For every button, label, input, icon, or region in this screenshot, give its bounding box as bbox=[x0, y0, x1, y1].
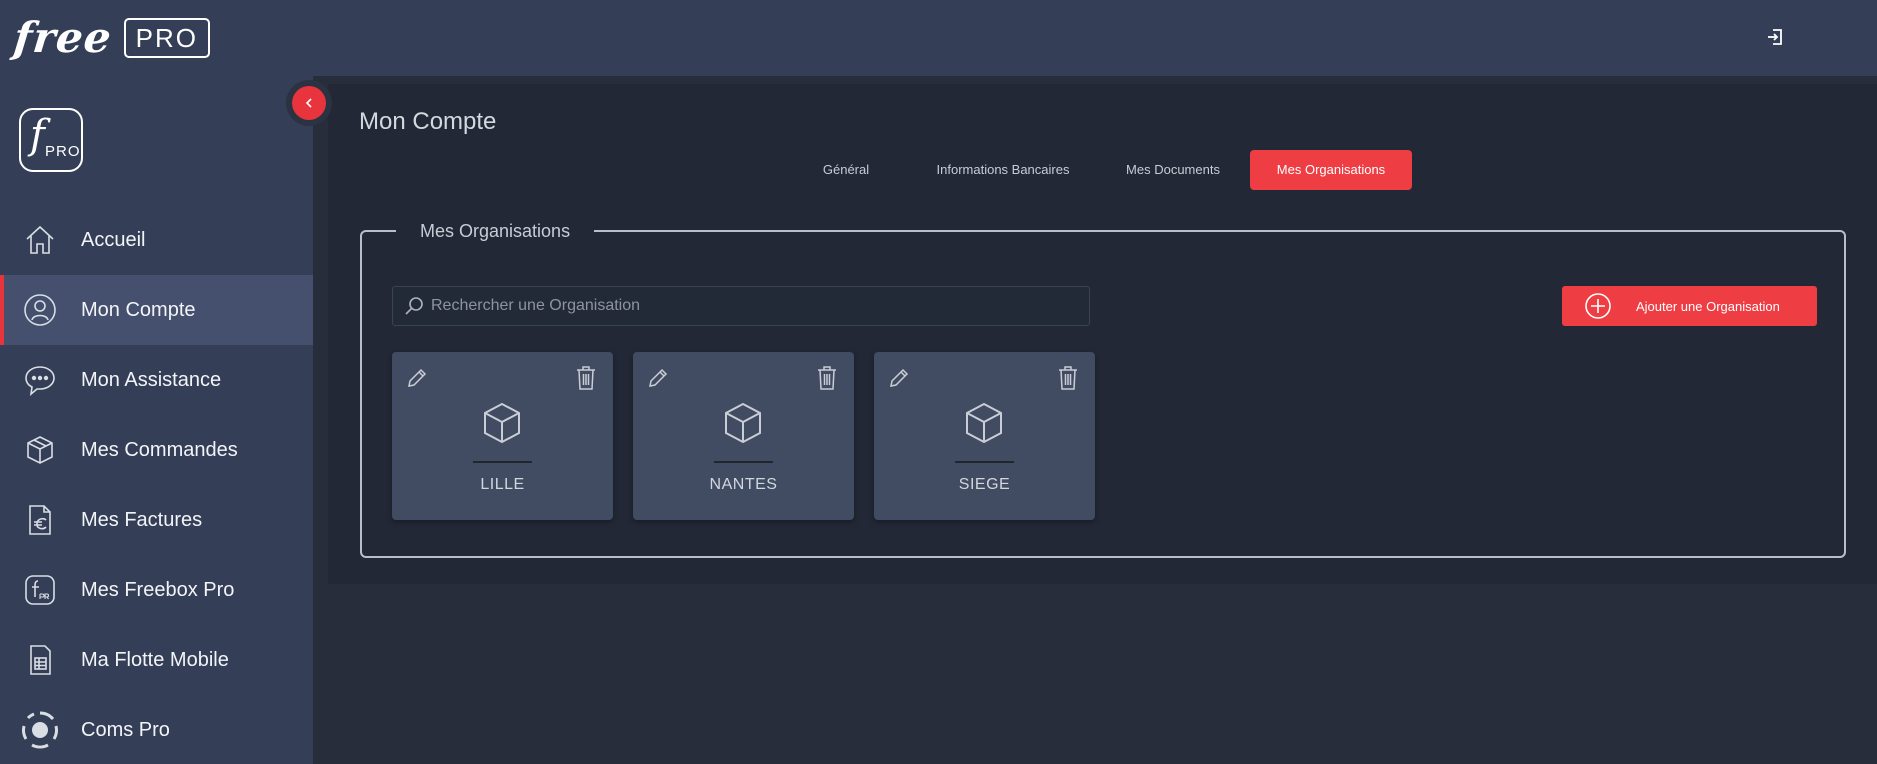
home-icon bbox=[20, 220, 60, 260]
sidebar-item-coms-pro[interactable]: Coms Pro bbox=[0, 695, 313, 764]
logout-icon bbox=[1768, 29, 1782, 45]
organisation-card[interactable]: LILLE bbox=[392, 352, 613, 520]
logo-f: f bbox=[30, 112, 45, 158]
logo-pro: PRO bbox=[45, 143, 81, 160]
sidebar-item-label: Accueil bbox=[81, 228, 146, 251]
sidebar-item-label: Mon Compte bbox=[81, 298, 196, 321]
sidebar-item-mes-factures[interactable]: Mes Factures bbox=[0, 485, 313, 555]
cube-icon bbox=[961, 400, 1007, 446]
package-icon bbox=[20, 430, 60, 470]
sidebar: f PRO Accueil Mon Compte Mon Assistance … bbox=[0, 76, 313, 764]
sidebar-item-ma-flotte-mobile[interactable]: Ma Flotte Mobile bbox=[0, 625, 313, 695]
section-title: Mes Organisations bbox=[396, 219, 595, 243]
page-title: Mon Compte bbox=[359, 108, 497, 135]
tab-mes-organisations[interactable]: Mes Organisations bbox=[1250, 150, 1412, 190]
search-input[interactable] bbox=[427, 287, 1089, 325]
sidebar-item-label: Ma Flotte Mobile bbox=[81, 648, 229, 671]
plus-circle-icon bbox=[1584, 292, 1612, 320]
tab-informations-bancaires[interactable]: Informations Bancaires bbox=[908, 150, 1098, 190]
tab-general[interactable]: Général bbox=[796, 150, 896, 190]
sidebar-item-mon-assistance[interactable]: Mon Assistance bbox=[0, 345, 313, 415]
brand-word: free bbox=[11, 13, 115, 62]
logout-button[interactable] bbox=[1762, 24, 1788, 50]
sidebar-item-mes-commandes[interactable]: Mes Commandes bbox=[0, 415, 313, 485]
organisation-card[interactable]: NANTES bbox=[633, 352, 854, 520]
card-divider bbox=[955, 461, 1014, 463]
chevron-left-icon bbox=[305, 98, 312, 108]
trash-icon[interactable] bbox=[1055, 364, 1081, 392]
account-tabs: Général Informations Bancaires Mes Docum… bbox=[328, 150, 1877, 190]
sidebar-item-mon-compte[interactable]: Mon Compte bbox=[0, 275, 313, 345]
trash-icon[interactable] bbox=[573, 364, 599, 392]
freebox-pro-logo: f PRO bbox=[19, 108, 83, 172]
coms-pro-icon bbox=[20, 710, 60, 750]
cube-icon bbox=[479, 400, 525, 446]
sidebar-item-label: Mon Assistance bbox=[81, 368, 222, 391]
brand-pro-badge: PRO bbox=[123, 18, 210, 58]
organisation-name: SIEGE bbox=[958, 476, 1011, 493]
search-box bbox=[392, 286, 1090, 326]
card-divider bbox=[473, 461, 532, 463]
add-organisation-label: Ajouter une Organisation bbox=[1636, 298, 1780, 314]
top-bar: free PRO bbox=[0, 0, 1877, 76]
add-organisation-button[interactable]: Ajouter une Organisation bbox=[1562, 286, 1817, 326]
card-divider bbox=[714, 461, 773, 463]
edit-icon[interactable] bbox=[645, 364, 671, 392]
organisations-section: Mes Organisations Ajouter une Organisati… bbox=[360, 219, 1846, 558]
sim-card-icon bbox=[20, 640, 60, 680]
tab-mes-documents[interactable]: Mes Documents bbox=[1108, 150, 1238, 190]
main-panel: Mon Compte Général Informations Bancaire… bbox=[328, 84, 1877, 584]
sidebar-item-mes-freebox-pro[interactable]: Mes Freebox Pro bbox=[0, 555, 313, 625]
sidebar-item-label: Mes Factures bbox=[81, 508, 203, 531]
chat-icon bbox=[20, 360, 60, 400]
sidebar-item-accueil[interactable]: Accueil bbox=[0, 205, 313, 275]
sidebar-nav: Accueil Mon Compte Mon Assistance Mes Co… bbox=[0, 205, 313, 764]
organisation-name: LILLE bbox=[480, 476, 525, 493]
sidebar-item-label: Coms Pro bbox=[81, 718, 170, 741]
freebox-pro-icon bbox=[20, 570, 60, 610]
edit-icon[interactable] bbox=[404, 364, 430, 392]
user-icon bbox=[20, 290, 60, 330]
cube-icon bbox=[720, 400, 766, 446]
invoice-euro-icon bbox=[20, 500, 60, 540]
search-icon bbox=[401, 293, 427, 319]
edit-icon[interactable] bbox=[886, 364, 912, 392]
sidebar-item-label: Mes Commandes bbox=[81, 438, 238, 461]
trash-icon[interactable] bbox=[814, 364, 840, 392]
organisation-card[interactable]: SIEGE bbox=[874, 352, 1095, 520]
sidebar-item-label: Mes Freebox Pro bbox=[81, 578, 235, 601]
organisation-name: NANTES bbox=[709, 476, 778, 493]
brand-logo[interactable]: free PRO bbox=[11, 13, 210, 62]
sidebar-collapse-button[interactable] bbox=[292, 86, 326, 120]
